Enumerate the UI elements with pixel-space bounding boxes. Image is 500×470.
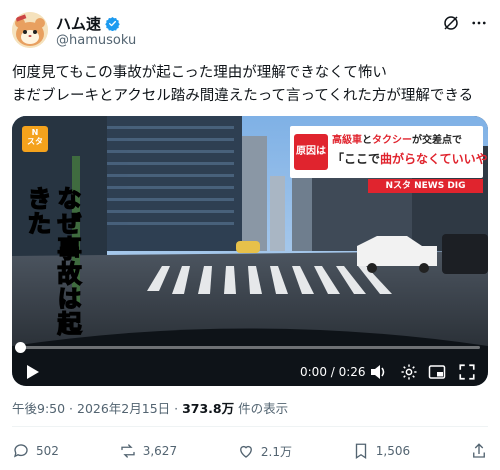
meta-separator-2: · [170, 401, 183, 416]
n-suta-logo-text: N スタ [27, 128, 43, 146]
caption-bottom-p2: 曲がらなくていいや [380, 152, 488, 166]
bookmark-button[interactable]: 1,506 [352, 442, 410, 460]
caption-tag-box: 原因は [294, 134, 328, 170]
repost-button[interactable]: 3,627 [119, 442, 177, 460]
video-player[interactable]: N スタ なぜ事故は起きた 原因は 高級車とタクシーが交差点で 「ここで曲がらな… [12, 116, 488, 386]
caption-top-p1: 高級車 [332, 135, 362, 146]
like-count: 2.1万 [260, 444, 292, 459]
bookmark-count: 1,506 [375, 444, 411, 458]
grok-icon[interactable] [442, 14, 460, 32]
view-count-label: 件の表示 [234, 401, 289, 416]
caption-top-p4: が交差点で [412, 135, 462, 146]
bookmark-icon [355, 443, 366, 460]
news-caption: 原因は 高級車とタクシーが交差点で 「ここで曲がらなくていいや」 [290, 126, 488, 178]
author-handle[interactable]: @hamusoku [56, 33, 136, 48]
action-bar: 502 3,627 2.1万 1,506 [12, 442, 488, 460]
like-button[interactable]: 2.1万 [237, 442, 292, 460]
divider [12, 426, 488, 427]
reply-button[interactable]: 502 [12, 442, 59, 460]
author-name[interactable]: ハム速 [56, 13, 101, 34]
play-icon[interactable] [26, 364, 40, 380]
progress-knob[interactable] [15, 342, 26, 353]
tweet-meta: 午後9:50 · 2026年2月15日 · 373.8万 件の表示 [12, 398, 288, 417]
tweet-time[interactable]: 午後9:50 [12, 401, 65, 416]
time-display: 0:00 / 0:26 [300, 365, 366, 379]
verified-badge-icon [105, 16, 120, 31]
reply-icon [13, 444, 28, 458]
volume-icon[interactable] [370, 364, 388, 380]
fullscreen-icon[interactable] [458, 363, 476, 381]
meta-separator-1: · [65, 401, 77, 416]
vertical-caption-text: なぜ事故は起きた [22, 185, 82, 337]
avatar[interactable] [12, 12, 48, 48]
heart-icon [239, 445, 252, 458]
tweet-date[interactable]: 2026年2月15日 [77, 401, 170, 416]
caption-bottom-line: 「ここで曲がらなくていいや」 [332, 150, 488, 167]
n-suta-logo: N スタ [22, 126, 48, 152]
view-count: 373.8万 [182, 401, 235, 416]
repost-icon [121, 444, 135, 458]
tweet-text: 何度見てもこの事故が起こった理由が理解できなくて怖い まだブレーキとアクセル踏み… [12, 62, 488, 108]
news-brand: Nスタ NEWS DIG [385, 181, 466, 191]
share-button[interactable] [470, 442, 488, 460]
more-options-icon[interactable] [470, 14, 488, 32]
picture-in-picture-icon[interactable] [428, 363, 446, 381]
author-name-row: ハム速 [56, 13, 120, 34]
video-controls: 0:00 / 0:26 [12, 342, 488, 386]
caption-tag: 原因は [296, 146, 326, 157]
caption-bottom-p1: 「ここで [332, 152, 381, 166]
hamster-avatar-icon [12, 12, 48, 48]
vertical-caption: なぜ事故は起きた [22, 185, 82, 356]
repost-count: 3,627 [142, 444, 178, 458]
tweet-text-line-2: まだブレーキとアクセル踏み間違えたって言ってくれた方が理解できる [12, 88, 474, 104]
caption-top-line: 高級車とタクシーが交差点で [332, 131, 462, 146]
reply-count: 502 [36, 444, 59, 458]
caption-top-p3: タクシー [372, 135, 412, 146]
top-right-actions [442, 14, 488, 32]
caption-top-p2: と [362, 135, 372, 146]
settings-gear-icon[interactable] [400, 363, 418, 381]
share-icon [473, 443, 485, 458]
progress-track[interactable] [20, 346, 480, 349]
news-brand-bar: Nスタ NEWS DIG [368, 179, 483, 193]
tweet-text-line-1: 何度見てもこの事故が起こった理由が理解できなくて怖い [12, 65, 387, 81]
